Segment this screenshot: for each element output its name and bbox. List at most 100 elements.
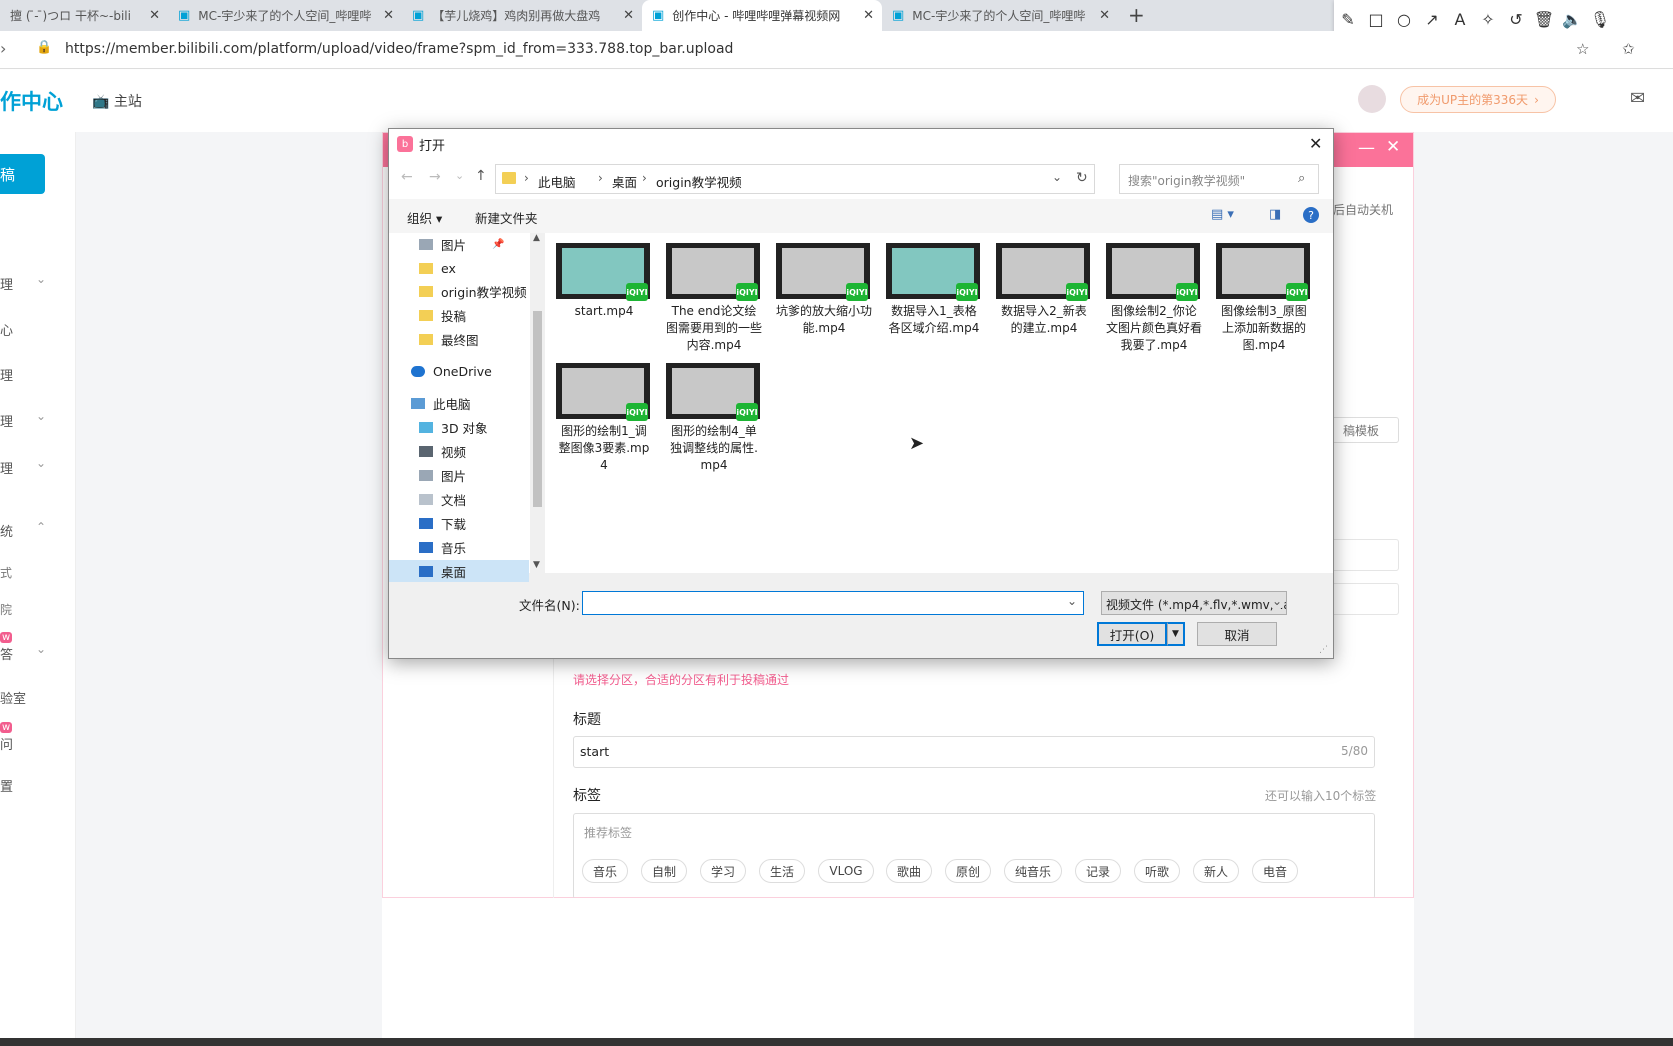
scroll-up-icon[interactable]: ▲ bbox=[533, 233, 540, 243]
breadcrumb-item[interactable]: 桌面 bbox=[612, 172, 637, 191]
pen-icon[interactable]: ✎ bbox=[1334, 10, 1362, 29]
sidebar-item[interactable]: 院 bbox=[0, 601, 12, 618]
close-icon[interactable]: ✕ bbox=[1386, 137, 1400, 157]
minimize-icon[interactable]: — bbox=[1358, 138, 1375, 158]
tree-item[interactable]: 音乐 bbox=[419, 536, 466, 558]
file-item[interactable]: iQIYI 图形的绘制1_调整图像3要素.mp4 bbox=[556, 363, 652, 474]
tags-box[interactable]: 推荐标签 bbox=[573, 813, 1375, 899]
tree-item[interactable]: 此电脑 bbox=[411, 392, 471, 414]
avatar[interactable] bbox=[1358, 85, 1386, 113]
close-icon[interactable]: ✕ bbox=[383, 8, 394, 23]
input-field[interactable] bbox=[1323, 539, 1399, 571]
tag-chip[interactable]: 听歌 bbox=[1134, 859, 1180, 883]
tag-chip[interactable]: 新人 bbox=[1193, 859, 1239, 883]
chevron-down-icon[interactable]: ⌄ bbox=[36, 272, 46, 286]
sidebar-item[interactable]: 理 bbox=[0, 274, 13, 293]
url-field[interactable]: https://member.bilibili.com/platform/upl… bbox=[65, 41, 733, 57]
trash-icon[interactable]: 🗑 bbox=[1530, 10, 1558, 29]
mail-icon[interactable]: ✉ bbox=[1630, 88, 1645, 109]
search-icon[interactable]: ⌕ bbox=[1298, 171, 1305, 186]
upload-button[interactable]: 稿 bbox=[0, 154, 45, 194]
text-icon[interactable]: A bbox=[1446, 10, 1474, 29]
circle-icon[interactable]: ○ bbox=[1390, 10, 1418, 29]
tree-item[interactable]: 文档 bbox=[419, 488, 466, 510]
new-folder-button[interactable]: 新建文件夹 bbox=[475, 208, 538, 227]
back-arrow-icon[interactable]: ← bbox=[401, 169, 413, 185]
tag-chip[interactable]: 记录 bbox=[1075, 859, 1121, 883]
filetype-select[interactable]: 视频文件 (*.mp4,*.flv,*.wmv,*.a ⌄ bbox=[1101, 591, 1287, 615]
rectangle-icon[interactable]: □ bbox=[1362, 10, 1390, 29]
file-item[interactable]: iQIYI 图形的绘制4_单独调整线的属性.mp4 bbox=[666, 363, 762, 474]
view-options-icon[interactable]: ▤ ▾ bbox=[1211, 207, 1234, 222]
auto-shutdown-label[interactable]: 后自动关机 bbox=[1333, 201, 1393, 218]
filename-input[interactable]: ⌄ bbox=[582, 591, 1084, 615]
tag-chip[interactable]: 学习 bbox=[700, 859, 746, 883]
tag-chip[interactable]: 原创 bbox=[945, 859, 991, 883]
main-site-link[interactable]: 📺 主站 bbox=[92, 91, 142, 111]
tree-item[interactable]: 3D 对象 bbox=[419, 416, 488, 438]
up-days-badge[interactable]: 成为UP主的第336天 › bbox=[1400, 86, 1556, 113]
tree-item-selected[interactable]: 桌面 bbox=[389, 560, 529, 582]
new-tab-button[interactable]: + bbox=[1128, 3, 1145, 27]
tag-chip[interactable]: 电音 bbox=[1252, 859, 1298, 883]
speaker-icon[interactable]: 🔈 bbox=[1558, 10, 1586, 29]
title-input[interactable]: start 5/80 bbox=[573, 736, 1375, 768]
close-icon[interactable]: ✕ bbox=[1099, 8, 1110, 23]
tree-item[interactable]: 最终图 bbox=[419, 328, 479, 350]
tree-item[interactable]: 视频 bbox=[419, 440, 466, 462]
favorites-icon[interactable]: ✩ bbox=[1622, 40, 1635, 58]
organize-button[interactable]: 组织 ▾ bbox=[407, 208, 442, 227]
tree-item[interactable]: ex bbox=[419, 257, 456, 279]
back-icon[interactable]: › bbox=[0, 39, 6, 58]
cancel-button[interactable]: 取消 bbox=[1197, 622, 1277, 646]
tag-chip[interactable]: 歌曲 bbox=[886, 859, 932, 883]
sidebar-item[interactable]: 式 bbox=[0, 564, 12, 581]
file-item[interactable]: iQIYI 图像绘制3_原图上添加新数据的图.mp4 bbox=[1216, 243, 1312, 354]
tree-item[interactable]: origin教学视频 bbox=[419, 280, 527, 302]
open-dropdown-button[interactable]: ▼ bbox=[1167, 622, 1185, 646]
file-item[interactable]: iQIYI 数据导入2_新表的建立.mp4 bbox=[996, 243, 1092, 337]
input-field[interactable] bbox=[1323, 583, 1399, 615]
breadcrumb-item[interactable]: origin教学视频 bbox=[656, 172, 742, 191]
browser-tab[interactable]: 擅 ( ̄- ̄)つロ 干杯~-bili ✕ bbox=[0, 0, 168, 31]
forward-arrow-icon[interactable]: → bbox=[429, 169, 441, 185]
template-button[interactable]: 稿模板 bbox=[1323, 417, 1399, 443]
chevron-down-icon[interactable]: ⌄ bbox=[36, 642, 46, 656]
undo-icon[interactable]: ↺ bbox=[1502, 10, 1530, 29]
recent-dropdown-icon[interactable]: ⌄ bbox=[455, 169, 464, 182]
sidebar-item[interactable]: 理 bbox=[0, 411, 13, 430]
preview-pane-icon[interactable]: ◨ bbox=[1269, 207, 1281, 222]
file-item[interactable]: iQIYI The end论文绘图需要用到的一些内容.mp4 bbox=[666, 243, 762, 354]
breadcrumb[interactable]: › 此电脑 › 桌面 › origin教学视频 ⌄ ↻ bbox=[495, 164, 1095, 194]
close-icon[interactable]: ✕ bbox=[863, 8, 874, 23]
refresh-icon[interactable]: ↻ bbox=[1076, 170, 1088, 186]
tag-chip[interactable]: VLOG bbox=[818, 859, 874, 883]
tag-chip[interactable]: 音乐 bbox=[582, 859, 628, 883]
file-item[interactable]: iQIYI 数据导入1_表格各区域介绍.mp4 bbox=[886, 243, 982, 337]
microphone-icon[interactable]: 🎙 bbox=[1586, 10, 1614, 29]
scroll-down-icon[interactable]: ▼ bbox=[533, 560, 540, 570]
tree-scrollbar[interactable]: ▲ ▼ bbox=[530, 233, 545, 573]
close-icon[interactable]: ✕ bbox=[149, 8, 160, 23]
sidebar-item[interactable]: 验室 bbox=[0, 688, 26, 707]
resize-grip-icon[interactable]: ⋰ bbox=[1319, 645, 1328, 655]
sidebar-item[interactable]: 置 bbox=[0, 776, 13, 795]
help-icon[interactable]: ? bbox=[1303, 207, 1319, 223]
arrow-icon[interactable]: ↗ bbox=[1418, 10, 1446, 29]
browser-tab-active[interactable]: ▣ 创作中心 - 哔哩哔哩弹幕视频网 ✕ bbox=[642, 0, 882, 31]
file-item[interactable]: iQIYI 坑爹的放大缩小功能.mp4 bbox=[776, 243, 872, 337]
sidebar-item[interactable]: 理 bbox=[0, 458, 13, 477]
tree-item[interactable]: 图片 bbox=[419, 464, 466, 486]
tree-item[interactable]: 图片 📌 bbox=[419, 233, 504, 255]
tree-item[interactable]: 下载 bbox=[419, 512, 466, 534]
chevron-down-icon[interactable]: ⌄ bbox=[36, 456, 46, 470]
sidebar-item[interactable]: 理 bbox=[0, 365, 13, 384]
lock-icon[interactable]: 🔒 bbox=[36, 40, 52, 55]
browser-tab[interactable]: ▣ MC-宇少来了的个人空间_哔哩哔 ✕ bbox=[168, 0, 402, 31]
chevron-down-icon[interactable]: ⌄ bbox=[36, 409, 46, 423]
close-icon[interactable]: ✕ bbox=[623, 8, 634, 23]
tree-item[interactable]: 投稿 bbox=[419, 304, 466, 326]
browser-tab[interactable]: ▣ 【芋儿烧鸡】鸡肉别再做大盘鸡 ✕ bbox=[402, 0, 642, 31]
chevron-down-icon[interactable]: ⌄ bbox=[1052, 170, 1062, 184]
chevron-up-icon[interactable]: ⌃ bbox=[36, 520, 46, 534]
